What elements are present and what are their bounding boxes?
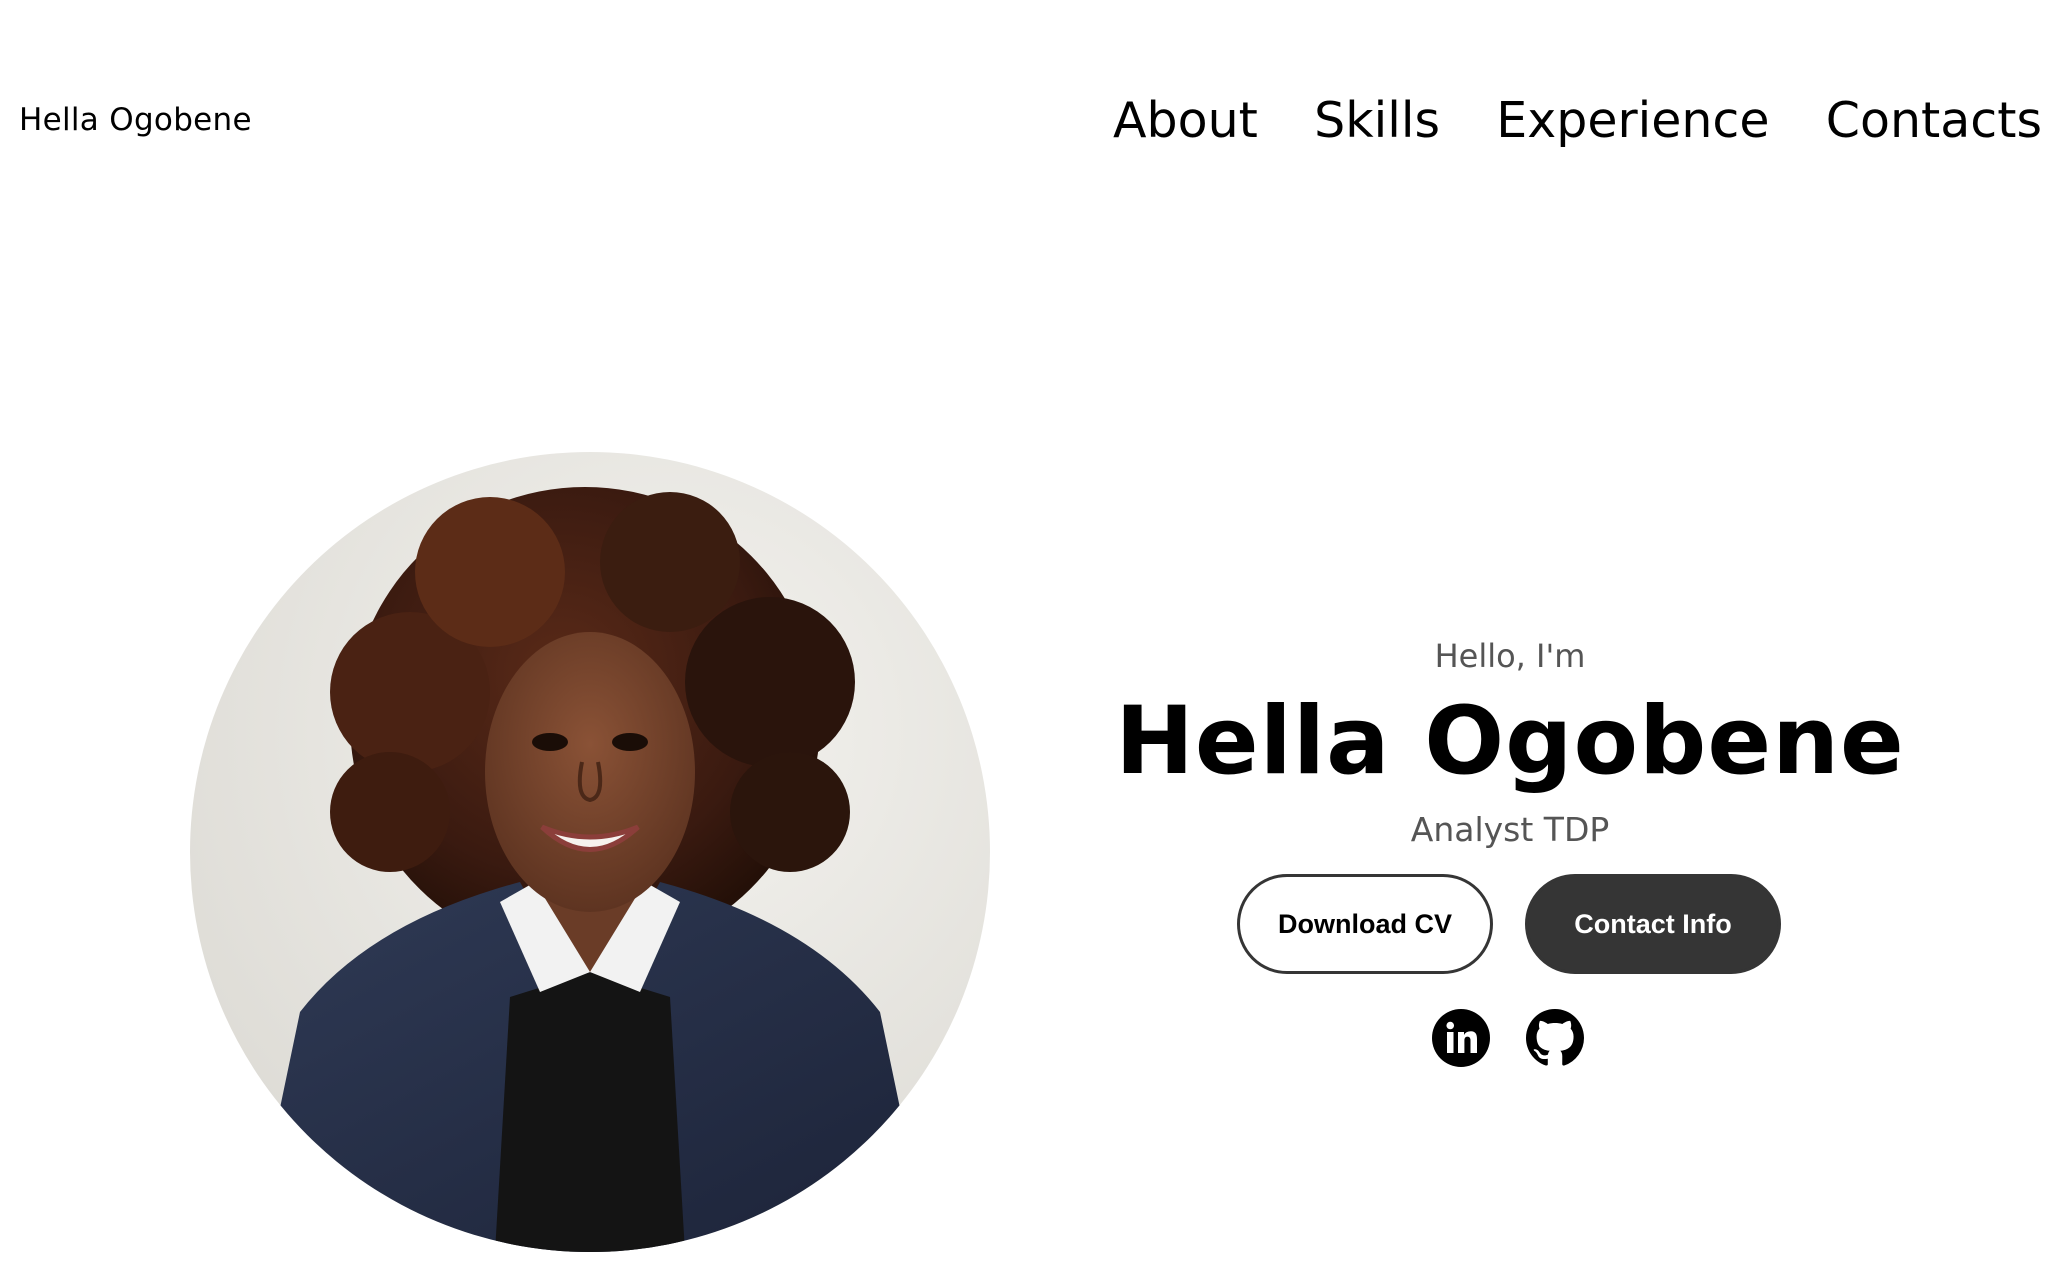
nav-link-skills[interactable]: Skills: [1314, 92, 1440, 149]
hero-section: Hello, I'm Hella Ogobene Analyst TDP: [1110, 632, 1910, 854]
social-links: [1432, 1009, 1584, 1067]
hero-greeting: Hello, I'm: [1434, 637, 1586, 675]
nav-link-about[interactable]: About: [1113, 92, 1258, 149]
linkedin-icon[interactable]: [1432, 1009, 1490, 1067]
hero-buttons: Download CV Contact Info: [1237, 874, 1781, 974]
github-icon[interactable]: [1526, 1009, 1584, 1067]
top-navigation: Hella Ogobene About Skills Experience Co…: [0, 0, 2048, 240]
contact-info-button[interactable]: Contact Info: [1525, 874, 1781, 974]
nav-link-experience[interactable]: Experience: [1496, 92, 1769, 149]
site-logo[interactable]: Hella Ogobene: [19, 98, 252, 142]
nav-links: About Skills Experience Contacts: [1113, 88, 2042, 152]
download-cv-button[interactable]: Download CV: [1237, 874, 1493, 974]
profile-picture: [190, 452, 990, 1252]
hero-role: Analyst TDP: [1410, 810, 1610, 849]
hero-name: Hella Ogobene: [1115, 687, 1905, 796]
nav-link-contacts[interactable]: Contacts: [1826, 92, 2042, 149]
